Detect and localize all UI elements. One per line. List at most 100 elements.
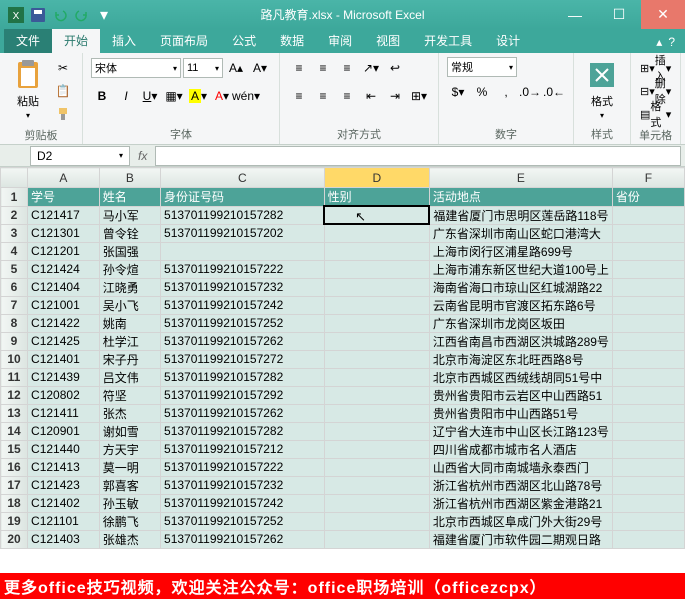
header-cell[interactable]: 身份证号码 [161, 188, 325, 207]
cut-button[interactable]: ✂ [52, 57, 74, 79]
tab-home[interactable]: 开始 [52, 28, 100, 53]
row-header[interactable]: 17 [1, 476, 28, 494]
font-color-button[interactable]: A▾ [211, 85, 233, 107]
cell[interactable] [612, 494, 684, 512]
cell[interactable] [324, 386, 429, 404]
row-header[interactable]: 20 [1, 530, 28, 548]
cell[interactable]: 513701199210157262 [161, 332, 325, 350]
help-icon[interactable]: ? [668, 35, 675, 49]
header-cell[interactable]: 性别 [324, 188, 429, 207]
cell[interactable]: 513701199210157252 [161, 512, 325, 530]
tab-file[interactable]: 文件 [4, 28, 52, 53]
cell[interactable]: 北京市海淀区东北旺西路8号 [429, 350, 612, 368]
cell[interactable]: 辽宁省大连市中山区长江路123号 [429, 422, 612, 440]
cell[interactable]: 上海市浦东新区世纪大道100号上 [429, 260, 612, 278]
cell[interactable]: 江西省南昌市西湖区洪城路289号 [429, 332, 612, 350]
column-header[interactable]: A [28, 168, 100, 188]
column-header[interactable]: E [429, 168, 612, 188]
tab-formula[interactable]: 公式 [220, 28, 268, 53]
row-header[interactable]: 5 [1, 260, 28, 278]
cell[interactable]: 杜学江 [99, 332, 160, 350]
cell[interactable]: 孙令煊 [99, 260, 160, 278]
cell[interactable]: 513701199210157242 [161, 494, 325, 512]
font-size-combo[interactable]: 11▾ [183, 58, 223, 78]
cell[interactable] [612, 332, 684, 350]
cell[interactable]: 张雄杰 [99, 530, 160, 548]
maximize-button[interactable]: ☐ [597, 0, 641, 29]
redo-icon[interactable] [72, 5, 92, 25]
currency-icon[interactable]: $▾ [447, 81, 469, 103]
cell[interactable] [612, 386, 684, 404]
cell[interactable]: 上海市闵行区浦星路699号 [429, 242, 612, 260]
cell[interactable]: C121424 [28, 260, 100, 278]
header-cell[interactable]: 省份 [612, 188, 684, 207]
align-bottom-icon[interactable]: ≡ [336, 57, 358, 79]
cell[interactable]: 513701199210157282 [161, 368, 325, 386]
cell[interactable] [612, 278, 684, 296]
cell[interactable] [612, 350, 684, 368]
cell[interactable] [612, 458, 684, 476]
cell[interactable]: 浙江省杭州市西湖区北山路78号 [429, 476, 612, 494]
bold-button[interactable]: B [91, 85, 113, 107]
italic-button[interactable]: I [115, 85, 137, 107]
cell[interactable] [612, 314, 684, 332]
cell[interactable]: 北京市西城区阜成门外大街29号 [429, 512, 612, 530]
cell[interactable]: C121101 [28, 512, 100, 530]
spreadsheet-grid[interactable]: ABCDEF1学号姓名身份证号码性别活动地点省份2C121417马小军51370… [0, 167, 685, 565]
cell[interactable] [612, 296, 684, 314]
cell[interactable]: 513701199210157212 [161, 440, 325, 458]
cell[interactable] [612, 440, 684, 458]
cell[interactable]: 姚南 [99, 314, 160, 332]
cell[interactable] [324, 332, 429, 350]
close-button[interactable]: ✕ [641, 0, 685, 29]
row-header[interactable]: 16 [1, 458, 28, 476]
cell[interactable]: C121411 [28, 404, 100, 422]
column-header[interactable]: C [161, 168, 325, 188]
orientation-icon[interactable]: ↗▾ [360, 57, 382, 79]
copy-button[interactable]: 📋 [52, 80, 74, 102]
cell[interactable] [324, 350, 429, 368]
tab-dev[interactable]: 开发工具 [412, 28, 484, 53]
cell[interactable] [324, 440, 429, 458]
cell[interactable]: 徐鹏飞 [99, 512, 160, 530]
align-top-icon[interactable]: ≡ [288, 57, 310, 79]
cell[interactable]: 福建省厦门市思明区莲岳路118号 [429, 206, 612, 224]
cell[interactable]: C121401 [28, 350, 100, 368]
cell[interactable] [161, 242, 325, 260]
cell[interactable]: 贵州省贵阳市中山西路51号 [429, 404, 612, 422]
row-header[interactable]: 9 [1, 332, 28, 350]
decrease-font-icon[interactable]: A▾ [249, 57, 271, 79]
cell[interactable] [324, 224, 429, 242]
cell[interactable] [612, 512, 684, 530]
cell[interactable]: C121417 [28, 206, 100, 224]
cell[interactable]: 福建省厦门市软件园二期观日路 [429, 530, 612, 548]
cell[interactable]: 吴小飞 [99, 296, 160, 314]
cell[interactable]: 广东省深圳市南山区蛇口港湾大 [429, 224, 612, 242]
cell[interactable]: 方天宇 [99, 440, 160, 458]
cell[interactable]: 513701199210157262 [161, 530, 325, 548]
fill-color-button[interactable]: A▾ [187, 85, 209, 107]
cell[interactable]: 广东省深圳市龙岗区坂田 [429, 314, 612, 332]
cell[interactable]: 513701199210157232 [161, 278, 325, 296]
align-middle-icon[interactable]: ≡ [312, 57, 334, 79]
cell[interactable]: 孙玉敏 [99, 494, 160, 512]
cell[interactable] [324, 512, 429, 530]
cell[interactable]: 513701199210157242 [161, 296, 325, 314]
row-header[interactable]: 2 [1, 206, 28, 224]
cell[interactable]: 513701199210157202 [161, 224, 325, 242]
cell[interactable] [612, 224, 684, 242]
format-painter-button[interactable] [52, 103, 74, 125]
styles-button[interactable]: 格式 ▾ [582, 57, 622, 122]
cell[interactable] [324, 314, 429, 332]
cell[interactable]: 513701199210157282 [161, 206, 325, 224]
cell[interactable]: 宋子丹 [99, 350, 160, 368]
cell[interactable]: C121402 [28, 494, 100, 512]
row-header[interactable]: 18 [1, 494, 28, 512]
align-center-icon[interactable]: ≡ [312, 85, 334, 107]
percent-icon[interactable]: % [471, 81, 493, 103]
cell[interactable]: 符坚 [99, 386, 160, 404]
cell[interactable]: 北京市西城区西绒线胡同51号中 [429, 368, 612, 386]
cell[interactable] [612, 368, 684, 386]
cell[interactable]: 513701199210157222 [161, 458, 325, 476]
cell[interactable] [324, 458, 429, 476]
